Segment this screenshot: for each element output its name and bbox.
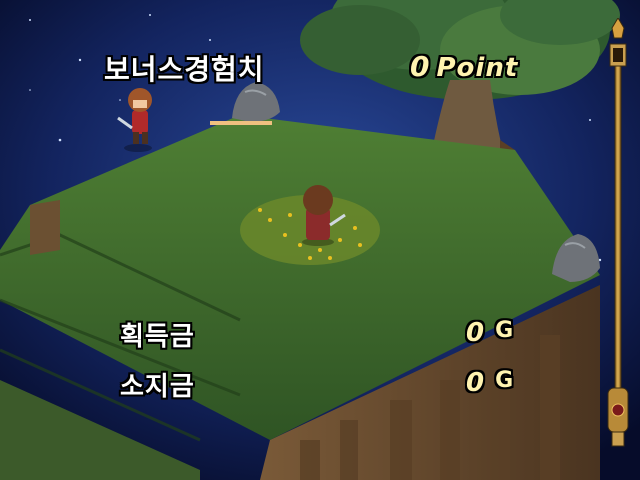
bonus-exp-label: 보너스경험치 bbox=[104, 53, 265, 86]
bonus-exp-number: 0 bbox=[410, 50, 431, 83]
gold-held-unit: G bbox=[495, 368, 515, 393]
hero-hp-bar bbox=[210, 121, 272, 125]
game-scene bbox=[0, 0, 640, 480]
gold-earned-unit: G bbox=[495, 318, 515, 343]
gold-earned-label: 획득금 bbox=[120, 322, 195, 352]
bonus-exp-unit: Point bbox=[436, 53, 519, 83]
side-gauge bbox=[607, 18, 629, 447]
gold-held-label: 소지금 bbox=[120, 372, 195, 402]
gold-held-value: 0G bbox=[466, 368, 514, 398]
gold-earned-number: 0 bbox=[466, 318, 486, 348]
bonus-exp-value: 0 Point bbox=[410, 50, 518, 83]
game-screen: 보너스경험치 0 Point 획득금 0G 소지금 0G bbox=[0, 0, 640, 480]
gold-earned-value: 0G bbox=[466, 318, 514, 348]
gold-held-number: 0 bbox=[466, 368, 486, 398]
